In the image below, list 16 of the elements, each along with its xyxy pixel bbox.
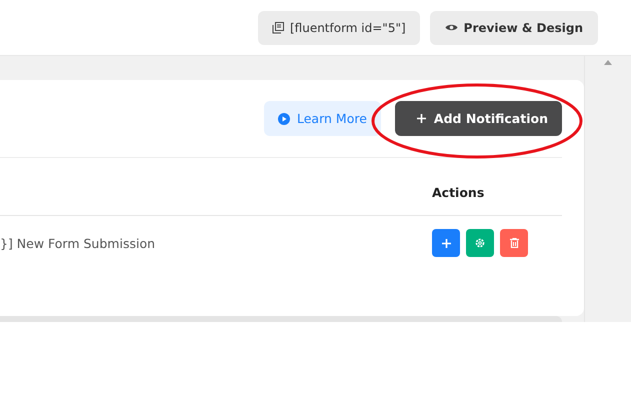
preview-design-button[interactable]: Preview & Design [430, 10, 598, 44]
column-header: Actions [432, 185, 486, 200]
add-notification-button[interactable]: Add Notification [394, 101, 562, 136]
table-cell: }] New Form Submission [0, 236, 156, 250]
trash-icon [510, 238, 518, 248]
add-action-button[interactable] [432, 229, 460, 257]
settings-icon [475, 238, 485, 248]
scroll-up-icon [604, 60, 612, 65]
settings-button[interactable] [466, 229, 494, 257]
eye-icon [444, 23, 458, 32]
plus-icon [442, 238, 450, 248]
copy-icon [272, 22, 284, 34]
play-icon [278, 112, 290, 124]
plus-icon [416, 114, 426, 123]
shortcode-button[interactable]: [fluentform id="5"] [258, 10, 420, 44]
delete-button[interactable] [500, 229, 528, 257]
